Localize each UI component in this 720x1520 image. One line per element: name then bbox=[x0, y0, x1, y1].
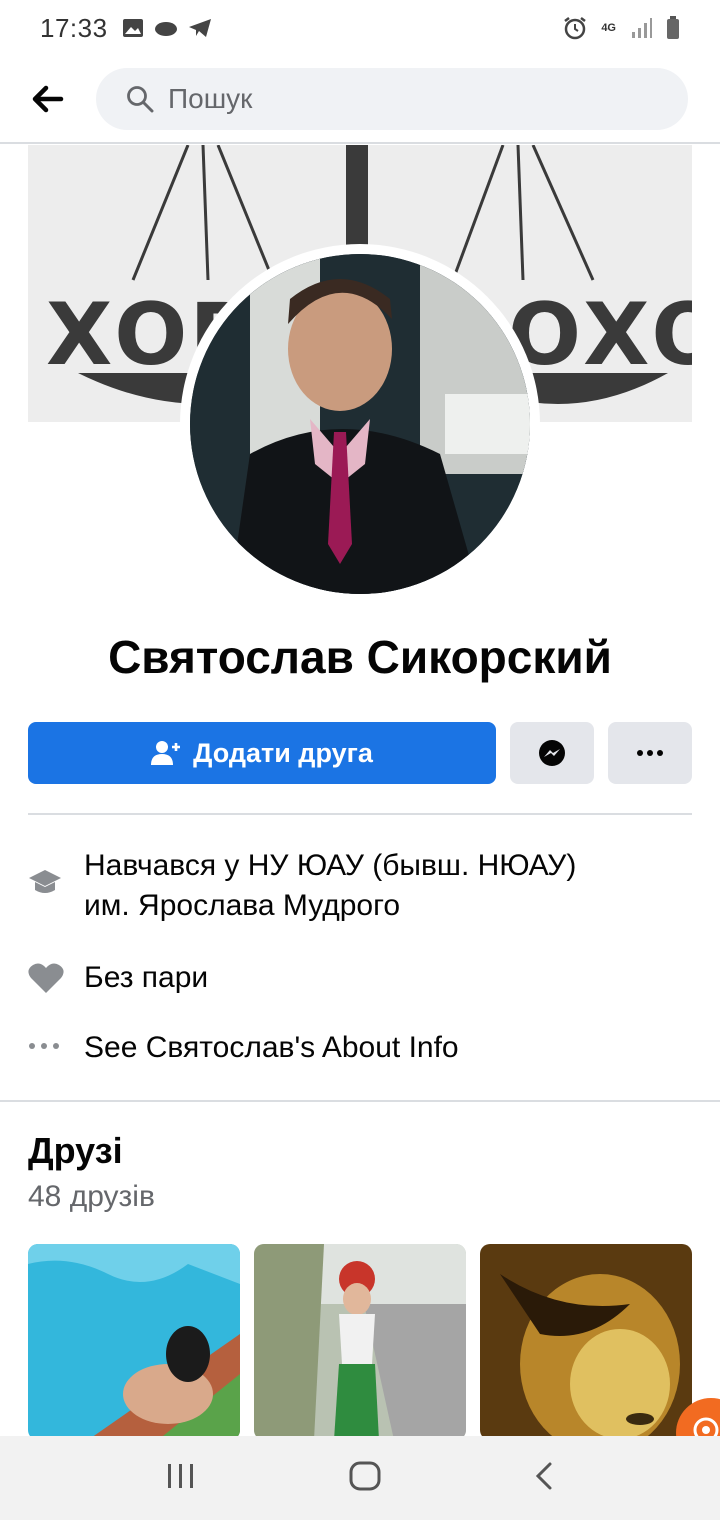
network-indicator: 4G bbox=[601, 21, 616, 34]
profile-avatar[interactable] bbox=[190, 254, 530, 594]
back-nav-button[interactable] bbox=[534, 1461, 554, 1496]
divider bbox=[0, 1100, 720, 1102]
education-line-1: Навчався у НУ ЮАУ (бывш. НЮАУ) bbox=[84, 849, 577, 882]
recent-apps-button[interactable] bbox=[166, 1462, 196, 1495]
friends-count[interactable]: 48 друзів bbox=[28, 1180, 155, 1214]
about-info-label[interactable]: See Святослав's About Info bbox=[84, 1028, 459, 1068]
messenger-icon bbox=[539, 740, 565, 766]
home-button[interactable] bbox=[349, 1461, 381, 1496]
battery-icon bbox=[667, 16, 679, 39]
graduation-cap-icon bbox=[29, 870, 61, 893]
top-app-bar: Пошук bbox=[0, 56, 720, 144]
search-icon bbox=[127, 86, 154, 113]
friend-photo bbox=[480, 1244, 692, 1440]
more-dots-icon bbox=[29, 1043, 59, 1049]
friend-photo bbox=[254, 1244, 466, 1440]
recent-apps-icon bbox=[168, 1463, 194, 1488]
friend-photo bbox=[28, 1244, 240, 1440]
add-friend-button[interactable]: Додати друга bbox=[28, 722, 496, 784]
heart-icon bbox=[28, 963, 64, 993]
arrow-left-icon bbox=[32, 85, 64, 113]
profile-name: Святослав Сикорский bbox=[108, 631, 612, 683]
profile-photo bbox=[190, 254, 530, 594]
divider bbox=[28, 813, 692, 815]
gallery-icon bbox=[122, 19, 143, 37]
cover-text-right: ОХО bbox=[508, 285, 692, 385]
friend-tile[interactable] bbox=[254, 1244, 466, 1440]
search-placeholder: Пошук bbox=[168, 83, 253, 114]
profile-actions: Додати друга bbox=[28, 722, 692, 784]
cloud-icon bbox=[154, 22, 177, 36]
education-line-2: им. Ярослава Мудрого bbox=[84, 889, 401, 922]
friend-tile[interactable] bbox=[28, 1244, 240, 1440]
signal-icon bbox=[632, 18, 652, 38]
system-navigation-bar bbox=[0, 1436, 720, 1520]
intro-education: Навчався у НУ ЮАУ (бывш. НЮАУ) им. Яросл… bbox=[28, 846, 692, 926]
friend-tile[interactable] bbox=[480, 1244, 692, 1440]
more-dots-icon bbox=[637, 750, 663, 756]
status-time: 17:33 bbox=[40, 12, 108, 43]
back-button[interactable] bbox=[0, 55, 96, 143]
friends-section-title: Друзі bbox=[28, 1130, 123, 1171]
message-button[interactable] bbox=[510, 722, 594, 784]
telegram-icon bbox=[188, 19, 211, 37]
search-input[interactable]: Пошук bbox=[96, 68, 688, 130]
more-options-button[interactable] bbox=[608, 722, 692, 784]
home-icon bbox=[349, 1461, 381, 1490]
intro-relationship: Без пари bbox=[28, 958, 692, 998]
chevron-left-icon bbox=[535, 1462, 552, 1489]
relationship-status: Без пари bbox=[84, 961, 209, 994]
add-friend-icon bbox=[151, 741, 181, 765]
add-friend-label: Додати друга bbox=[193, 737, 373, 768]
alarm-icon bbox=[564, 17, 587, 40]
about-info-link[interactable]: See Святослав's About Info bbox=[28, 1028, 692, 1068]
status-bar: 17:33 4G bbox=[0, 0, 720, 56]
